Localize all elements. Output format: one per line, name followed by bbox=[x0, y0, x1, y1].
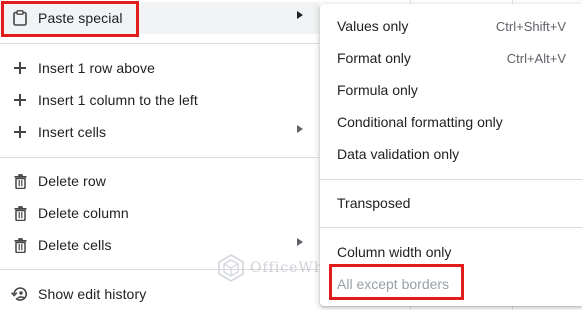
submenu-item-format-only[interactable]: Format only Ctrl+Alt+V bbox=[320, 42, 582, 74]
menu-item-delete-row[interactable]: Delete row bbox=[0, 165, 319, 197]
trash-icon bbox=[10, 235, 30, 255]
menu-item-label: Insert cells bbox=[38, 124, 107, 140]
submenu-arrow-icon bbox=[297, 125, 303, 133]
submenu-item-label: Format only bbox=[337, 50, 411, 66]
plus-icon bbox=[10, 58, 30, 78]
menu-item-label: Delete cells bbox=[38, 237, 112, 253]
history-icon bbox=[10, 284, 30, 304]
menu-separator bbox=[0, 43, 319, 44]
menu-item-delete-column[interactable]: Delete column bbox=[0, 197, 319, 229]
menu-item-insert-column-left[interactable]: Insert 1 column to the left bbox=[0, 84, 319, 116]
trash-icon bbox=[10, 203, 30, 223]
submenu-item-label: Column width only bbox=[337, 244, 452, 260]
menu-item-label: Insert 1 column to the left bbox=[38, 92, 198, 108]
keyboard-shortcut: Ctrl+Alt+V bbox=[506, 50, 566, 66]
submenu-item-transposed[interactable]: Transposed bbox=[320, 187, 582, 219]
submenu-item-values-only[interactable]: Values only Ctrl+Shift+V bbox=[320, 10, 582, 42]
highlight-box-all-except-borders bbox=[329, 264, 464, 300]
menu-item-label: Delete row bbox=[38, 173, 106, 189]
paste-special-submenu: Values only Ctrl+Shift+V Format only Ctr… bbox=[320, 4, 582, 306]
submenu-item-label: Data validation only bbox=[337, 146, 460, 162]
highlight-box-paste-special bbox=[1, 1, 139, 37]
trash-icon bbox=[10, 171, 30, 191]
submenu-item-data-validation-only[interactable]: Data validation only bbox=[320, 138, 582, 170]
submenu-separator bbox=[320, 227, 582, 228]
menu-item-show-edit-history[interactable]: Show edit history bbox=[0, 278, 319, 310]
plus-icon bbox=[10, 90, 30, 110]
submenu-item-label: Transposed bbox=[337, 195, 411, 211]
menu-separator bbox=[0, 157, 319, 158]
officewheel-logo-icon bbox=[218, 254, 244, 282]
menu-item-label: Insert 1 row above bbox=[38, 60, 155, 76]
menu-item-insert-row-above[interactable]: Insert 1 row above bbox=[0, 52, 319, 84]
submenu-item-label: Values only bbox=[337, 18, 409, 34]
keyboard-shortcut: Ctrl+Shift+V bbox=[495, 18, 566, 34]
menu-item-label: Delete column bbox=[38, 205, 129, 221]
submenu-separator bbox=[320, 179, 582, 180]
submenu-item-conditional-formatting-only[interactable]: Conditional formatting only bbox=[320, 106, 582, 138]
submenu-arrow-icon bbox=[297, 238, 303, 246]
menu-item-label: Show edit history bbox=[38, 286, 147, 302]
menu-item-insert-cells[interactable]: Insert cells bbox=[0, 116, 319, 148]
plus-icon bbox=[10, 122, 30, 142]
submenu-item-label: Conditional formatting only bbox=[337, 114, 503, 130]
submenu-item-formula-only[interactable]: Formula only bbox=[320, 74, 582, 106]
submenu-item-label: Formula only bbox=[337, 82, 418, 98]
submenu-arrow-icon bbox=[297, 11, 303, 19]
